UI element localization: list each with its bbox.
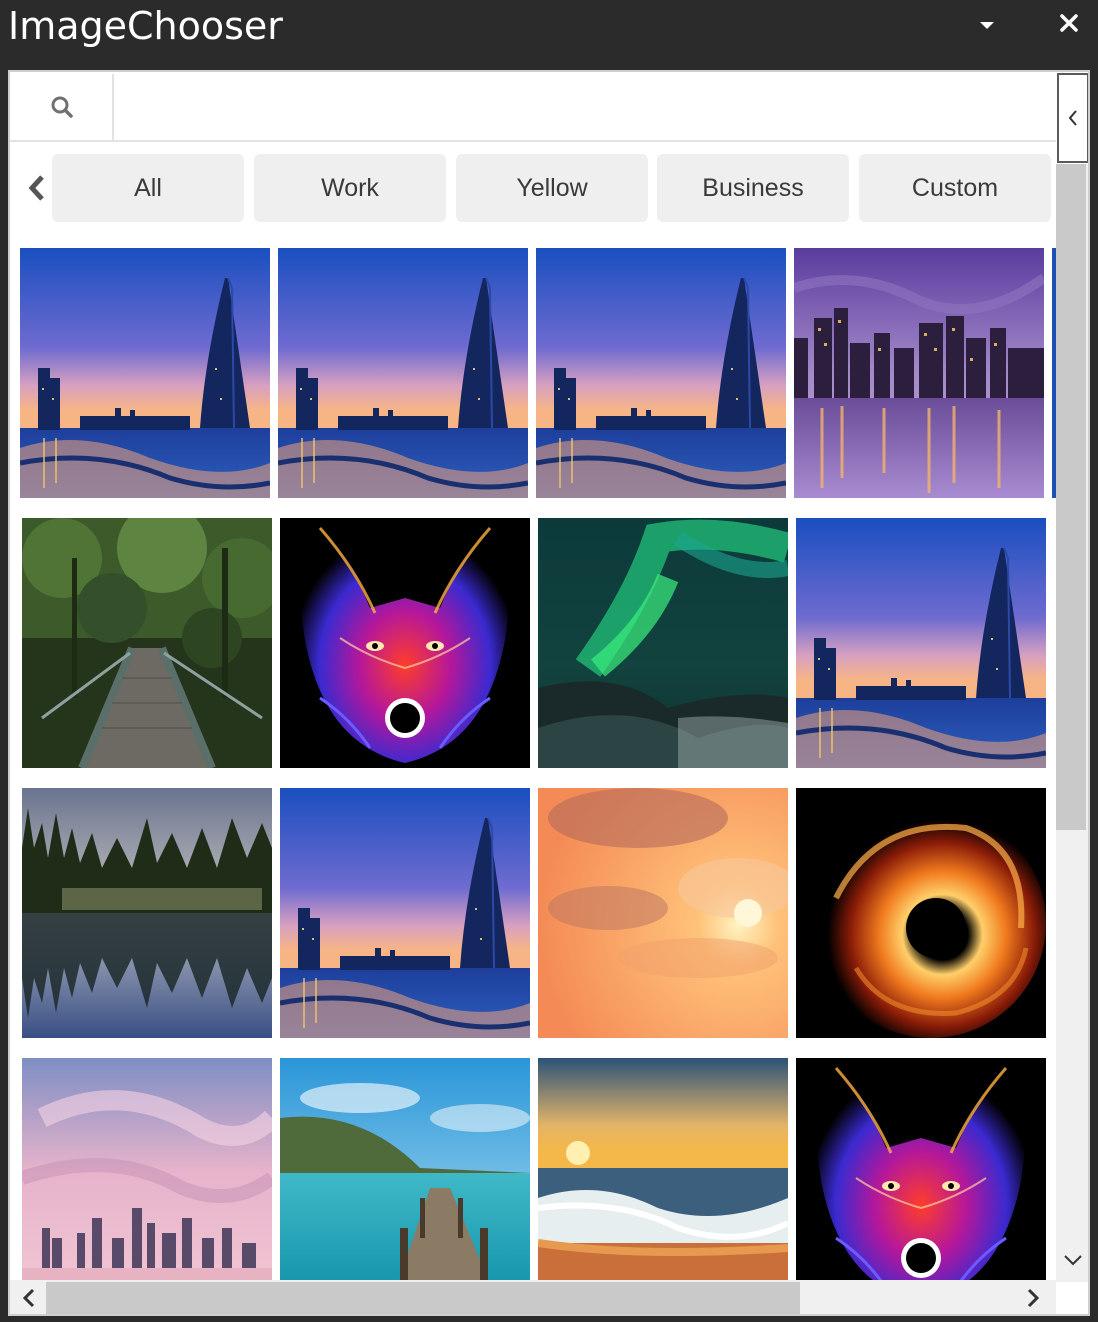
caret-down-icon[interactable] [976,14,998,36]
scroll-down-button[interactable] [1056,1240,1088,1280]
vertical-scrollbar-thumb[interactable] [1056,164,1086,830]
chevron-down-icon [1064,1255,1082,1266]
image-chooser-panel: All Work Yellow Business Custom [8,70,1090,1316]
vertical-scrollbar[interactable] [1056,164,1088,1282]
image-tile-burj-al-arab[interactable] [280,788,530,1038]
tab-business[interactable]: Business [657,154,849,222]
tabs-previous-button[interactable] [22,170,52,206]
chevron-left-icon [28,175,44,201]
image-tile-pink-sky[interactable] [22,1058,272,1308]
search-input[interactable] [116,74,1054,140]
image-tile-forest-bridge[interactable] [22,518,272,768]
title-bar: ImageChooser [0,0,1098,70]
image-tile-burj-al-arab[interactable] [536,248,786,498]
image-tile-lake-reflection[interactable] [22,788,272,1038]
chevron-left-icon [1068,110,1077,126]
image-tile-aurora[interactable] [538,518,788,768]
window-title: ImageChooser [8,4,283,48]
image-tile-burj-al-arab[interactable] [278,248,528,498]
tab-work[interactable]: Work [254,154,446,222]
search-button[interactable] [12,74,114,140]
horizontal-scrollbar-thumb[interactable] [46,1282,800,1314]
scroll-left-button[interactable] [14,1280,44,1314]
side-panel-toggle[interactable] [1057,73,1088,163]
image-tile-orange-clouds[interactable] [538,788,788,1038]
image-tile-fire-vortex[interactable] [796,788,1046,1038]
image-tile-city-skyline[interactable] [794,248,1044,498]
tab-custom[interactable]: Custom [859,154,1051,222]
chevron-left-icon [22,1288,35,1308]
image-tile-beach-sunset[interactable] [538,1058,788,1308]
scroll-right-button[interactable] [1018,1280,1048,1314]
image-tile-burj-al-arab[interactable] [796,518,1046,768]
image-tile-neon-wolf[interactable] [796,1058,1046,1308]
search-bar [10,72,1056,142]
chevron-right-icon [1027,1288,1040,1308]
tab-all[interactable]: All [52,154,244,222]
image-tile-turquoise-pier[interactable] [280,1058,530,1308]
image-tile-burj-al-arab[interactable] [20,248,270,498]
tab-yellow[interactable]: Yellow [456,154,648,222]
horizontal-scrollbar[interactable] [10,1280,1056,1314]
close-icon[interactable] [1056,10,1082,36]
search-icon [51,96,73,118]
image-tile-neon-wolf[interactable] [280,518,530,768]
